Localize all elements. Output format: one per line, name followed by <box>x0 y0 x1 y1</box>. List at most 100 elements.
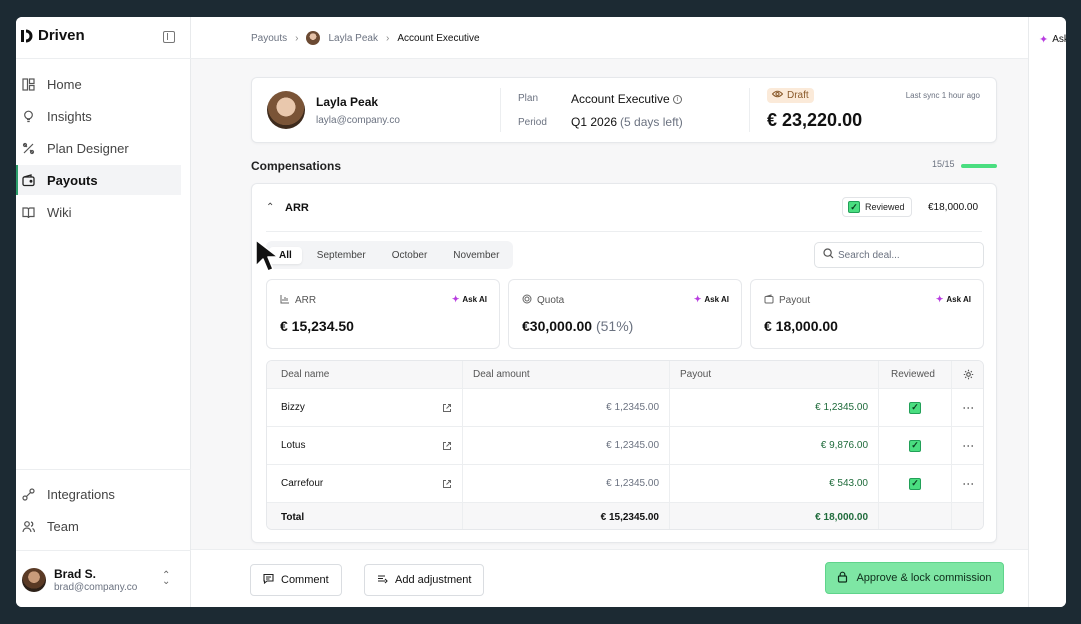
approve-lock-button[interactable]: Approve & lock commission <box>825 562 1004 594</box>
sparkle-icon: ✦ <box>1039 34 1049 46</box>
divider <box>266 231 982 232</box>
deal-name: Bizzy <box>267 389 463 426</box>
plan-name[interactable]: Account Executive <box>571 92 670 106</box>
table-row[interactable]: Lotus € 1,2345.00 € 9,876.00 ✓ ⋮ <box>267 427 983 465</box>
info-icon[interactable]: i <box>672 94 682 104</box>
check-icon: ✓ <box>848 201 860 213</box>
user-menu[interactable]: Brad S. brad@company.co <box>22 567 137 593</box>
total-payout: € 18,000.00 <box>670 503 879 529</box>
reviewed-checkbox[interactable]: ✓ <box>909 439 921 452</box>
column-header-payout[interactable]: Payout <box>670 361 879 388</box>
external-link-icon[interactable] <box>442 479 452 489</box>
metric-amount: € 18,000.00 <box>764 318 838 334</box>
chevron-up-down-icon[interactable]: ⌃ ⌄ <box>162 571 170 587</box>
empty-cell <box>952 503 983 529</box>
reviewed-label: Reviewed <box>865 202 905 212</box>
total-label: Total <box>267 503 463 529</box>
reviewed-checkbox[interactable]: ✓ <box>909 477 921 490</box>
sidebar-item-label: Wiki <box>47 204 72 220</box>
chevron-right-icon: › <box>295 32 299 44</box>
deal-amount: € 1,2345.00 <box>463 465 670 502</box>
plan-label: Plan <box>518 93 539 104</box>
collapse-sidebar-icon[interactable] <box>163 31 175 43</box>
lock-icon <box>837 571 848 586</box>
reviewed-checkbox[interactable]: ✓ <box>909 401 921 414</box>
sidebar-item-integrations[interactable]: Integrations <box>16 479 191 509</box>
more-options-icon[interactable]: ⋮ <box>952 465 983 502</box>
brand[interactable]: Driven <box>20 27 85 44</box>
wallet-icon <box>22 173 35 187</box>
metric-label: Payout <box>764 294 810 307</box>
group-title[interactable]: ARR <box>285 202 309 214</box>
more-options-icon[interactable]: ⋮ <box>952 427 983 464</box>
ask-ai-button[interactable]: ✦ Ask AI <box>1039 33 1066 46</box>
driven-logo-icon <box>20 28 34 44</box>
metric-value: € 18,000.00 <box>764 318 838 334</box>
sidebar-item-insights[interactable]: Insights <box>16 101 191 131</box>
column-header-deal-name[interactable]: Deal name <box>267 361 463 388</box>
metric-amount: € 15,234.50 <box>280 318 354 334</box>
search-input[interactable] <box>838 249 978 261</box>
metric-label-text: ARR <box>295 295 317 306</box>
sparkle-icon: ✦ <box>935 294 944 304</box>
column-header-reviewed[interactable]: Reviewed <box>879 361 952 388</box>
table-header: Deal name Deal amount Payout Reviewed <box>267 361 983 389</box>
tab-november[interactable]: November <box>442 247 510 264</box>
ask-ai-button[interactable]: ✦ Ask AI <box>936 294 971 305</box>
team-icon <box>22 520 35 533</box>
sidebar-item-home[interactable]: Home <box>16 69 191 99</box>
column-header-deal-amount[interactable]: Deal amount <box>463 361 670 388</box>
deal-payout: € 543.00 <box>670 465 879 502</box>
sidebar: Driven Home Insights Plan Designer Payou… <box>16 17 191 607</box>
review-progress-bar <box>961 164 997 168</box>
sidebar-item-plan-designer[interactable]: Plan Designer <box>16 133 191 163</box>
deal-name-text: Carrefour <box>281 478 324 489</box>
user-email: brad@company.co <box>54 582 138 593</box>
period-note: (5 days left) <box>620 115 683 129</box>
table-row[interactable]: Bizzy € 1,2345.00 € 1,2345.00 ✓ ⋮ <box>267 389 983 427</box>
sidebar-item-label: Plan Designer <box>47 140 129 156</box>
external-link-icon[interactable] <box>442 403 452 413</box>
tab-september[interactable]: September <box>306 247 377 264</box>
bar-chart-icon <box>280 294 290 307</box>
breadcrumb-current: Account Executive <box>397 32 480 44</box>
more-options-icon[interactable]: ⋮ <box>952 389 983 426</box>
deal-payout: € 1,2345.00 <box>670 389 879 426</box>
deal-name: Lotus <box>267 427 463 464</box>
avatar <box>267 91 305 129</box>
period-label: Period <box>518 117 547 128</box>
table-row[interactable]: Carrefour € 1,2345.00 € 543.00 ✓ ⋮ <box>267 465 983 503</box>
comment-button[interactable]: Comment <box>250 564 342 596</box>
breadcrumb-payouts[interactable]: Payouts <box>251 33 287 44</box>
wallet-icon <box>764 294 774 307</box>
group-reviewed-toggle[interactable]: ✓ Reviewed <box>842 197 912 217</box>
metric-card-arr: ARR ✦ Ask AI € 15,234.50 <box>266 279 500 349</box>
ask-ai-button[interactable]: ✦ Ask AI <box>694 294 729 305</box>
total-commission: € 23,220.00 <box>767 110 863 130</box>
chevron-up-icon[interactable]: ⌃ <box>266 202 274 213</box>
user-info: Brad S. brad@company.co <box>54 567 137 593</box>
external-link-icon[interactable] <box>442 441 452 451</box>
settings-icon[interactable] <box>952 361 983 388</box>
divider <box>749 88 750 132</box>
reviewed-cell: ✓ <box>879 389 952 426</box>
tab-october[interactable]: October <box>381 247 439 264</box>
metric-card-payout: Payout ✦ Ask AI € 18,000.00 <box>750 279 984 349</box>
sidebar-item-label: Insights <box>47 108 92 124</box>
sidebar-item-wiki[interactable]: Wiki <box>16 197 191 227</box>
ask-ai-label: Ask AI <box>462 295 487 304</box>
comment-icon <box>263 573 274 587</box>
deals-table: Deal name Deal amount Payout Reviewed Bi… <box>266 360 984 530</box>
search-deal[interactable] <box>814 242 984 268</box>
employee-name: Layla Peak <box>316 95 379 109</box>
deal-name: Carrefour <box>267 465 463 502</box>
sidebar-item-team[interactable]: Team <box>16 511 191 541</box>
add-adjustment-button[interactable]: Add adjustment <box>364 564 485 596</box>
ask-ai-button[interactable]: ✦ Ask AI <box>452 294 487 305</box>
main-nav: Home Insights Plan Designer Payouts Wiki <box>16 69 191 229</box>
integrations-icon <box>22 487 35 501</box>
sidebar-item-payouts[interactable]: Payouts <box>16 165 181 195</box>
metric-label: ARR <box>280 294 316 307</box>
breadcrumb-person[interactable]: Layla Peak <box>328 33 377 44</box>
section-title: Compensations <box>251 159 342 173</box>
